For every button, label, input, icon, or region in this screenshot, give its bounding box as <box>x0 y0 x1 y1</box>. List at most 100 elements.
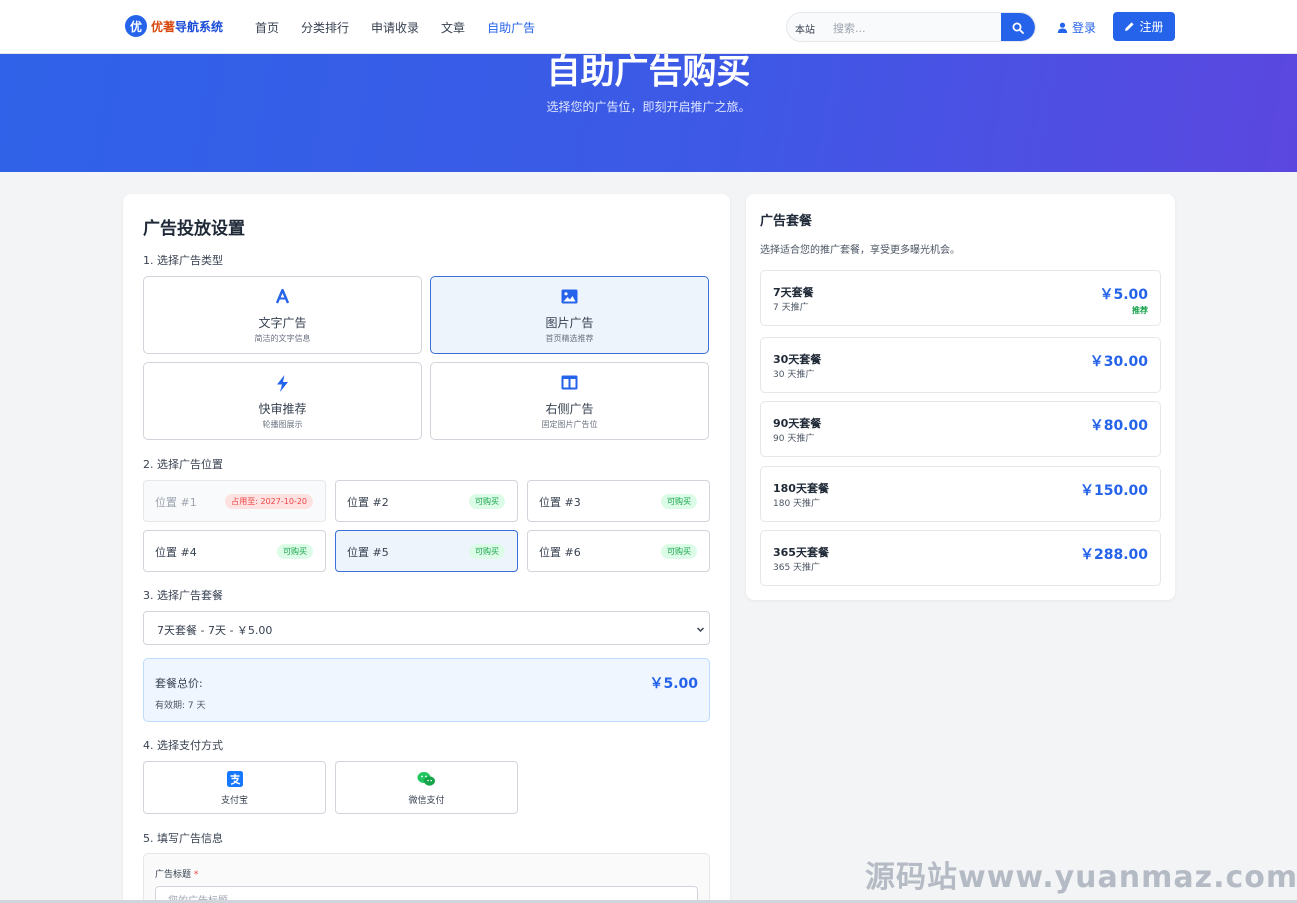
login-label: 登录 <box>1072 21 1097 35</box>
total-price-box: 套餐总价: 有效期: 7 天 ￥5.00 <box>143 658 710 722</box>
packages-desc: 选择适合您的推广套餐，享受更多曝光机会。 <box>760 245 960 256</box>
register-label: 注册 <box>1139 20 1164 34</box>
position-label: 位置 #3 <box>539 496 581 509</box>
position-6[interactable]: 位置 #6 可购买 <box>527 530 710 572</box>
package-sub: 180 天推广 <box>773 499 821 509</box>
search-icon <box>1012 22 1024 34</box>
position-label: 位置 #5 <box>347 546 389 559</box>
bolt-icon <box>277 375 288 392</box>
available-badge: 可购买 <box>469 494 505 509</box>
package-price: ￥30.00 <box>1089 354 1148 370</box>
step-ad-package: 3. 选择广告套餐 <box>143 589 223 602</box>
total-duration: 有效期: 7 天 <box>155 701 206 711</box>
package-sub: 365 天推广 <box>773 563 821 573</box>
package-select[interactable]: 7天套餐 - 7天 - ￥5.00 <box>143 611 710 645</box>
hero-subtitle: 选择您的广告位，即刻开启推广之旅。 <box>546 100 751 114</box>
payment-wechat[interactable]: 微信支付 <box>335 761 518 814</box>
position-5[interactable]: 位置 #5 可购买 <box>335 530 518 572</box>
position-3[interactable]: 位置 #3 可购买 <box>527 480 710 522</box>
position-label: 位置 #6 <box>539 546 581 559</box>
available-badge: 可购买 <box>661 494 697 509</box>
step-payment: 4. 选择支付方式 <box>143 739 223 752</box>
available-badge: 可购买 <box>469 544 505 559</box>
search-button[interactable] <box>1001 13 1035 41</box>
font-icon <box>275 289 290 304</box>
position-2[interactable]: 位置 #2 可购买 <box>335 480 518 522</box>
payment-label: 支付宝 <box>220 796 248 806</box>
step-ad-position: 2. 选择广告位置 <box>143 458 223 471</box>
total-label: 套餐总价: <box>155 677 203 690</box>
nav-link-ranking[interactable]: 分类排行 <box>301 19 349 36</box>
settings-title: 广告投放设置 <box>143 219 245 239</box>
package-price: ￥80.00 <box>1089 418 1148 434</box>
ad-type-sidebar[interactable]: 右侧广告 固定图片广告位 <box>430 362 709 440</box>
search-input[interactable] <box>833 19 993 37</box>
search-scope[interactable]: 本站 <box>795 21 815 36</box>
required-mark: * <box>193 870 199 880</box>
step-ad-info: 5. 填写广告信息 <box>143 832 223 845</box>
package-price: ￥150.00 <box>1079 483 1148 499</box>
register-button[interactable]: 注册 <box>1113 12 1175 41</box>
position-label: 位置 #4 <box>155 546 197 559</box>
nav-links: 首页 分类排行 申请收录 文章 自助广告 <box>255 19 557 36</box>
payment-alipay[interactable]: 支付宝 <box>143 761 326 814</box>
ad-type-text[interactable]: 文字广告 简洁的文字信息 <box>143 276 422 354</box>
nav-link-submit[interactable]: 申请收录 <box>371 19 419 36</box>
package-select-value: 7天套餐 - 7天 - ￥5.00 <box>157 624 273 637</box>
position-label: 位置 #2 <box>347 496 389 509</box>
occupied-badge: 占用至: 2027-10-20 <box>225 494 313 509</box>
image-icon <box>561 289 578 304</box>
package-item-365[interactable]: 365天套餐 365 天推广 ￥288.00 <box>760 530 1161 586</box>
top-navbar: 优 优著导航系统 首页 分类排行 申请收录 文章 自助广告 本站 登录 注册 <box>0 0 1297 54</box>
nav-link-home[interactable]: 首页 <box>255 19 279 36</box>
available-badge: 可购买 <box>277 544 313 559</box>
total-price: ￥5.00 <box>649 676 698 692</box>
package-sub: 7 天推广 <box>773 303 809 313</box>
recommend-badge: 推荐 <box>1132 306 1148 315</box>
ad-title-label: 广告标题 * <box>155 870 199 880</box>
user-icon <box>1057 22 1068 33</box>
ad-type-desc: 首页精选推荐 <box>545 334 594 343</box>
alipay-icon <box>226 771 243 787</box>
logo-text: 优著导航系统 <box>151 19 224 34</box>
ad-type-title: 图片广告 <box>545 316 594 330</box>
package-item-7[interactable]: 7天套餐 7 天推广 ￥5.00 推荐 <box>760 270 1161 326</box>
nav-link-articles[interactable]: 文章 <box>441 19 465 36</box>
ad-type-desc: 固定图片广告位 <box>541 420 598 429</box>
columns-icon <box>561 375 578 390</box>
package-item-90[interactable]: 90天套餐 90 天推广 ￥80.00 <box>760 401 1161 457</box>
package-sub: 90 天推广 <box>773 434 815 444</box>
logo-badge: 优 <box>125 15 147 37</box>
login-link[interactable]: 登录 <box>1057 19 1096 36</box>
packages-title: 广告套餐 <box>760 214 813 229</box>
package-name: 365天套餐 <box>773 546 829 559</box>
ad-type-image[interactable]: 图片广告 首页精选推荐 <box>430 276 709 354</box>
position-1: 位置 #1 占用至: 2027-10-20 <box>143 480 326 522</box>
package-item-180[interactable]: 180天套餐 180 天推广 ￥150.00 <box>760 466 1161 522</box>
package-item-30[interactable]: 30天套餐 30 天推广 ￥30.00 <box>760 337 1161 393</box>
ad-type-desc: 简洁的文字信息 <box>254 334 311 343</box>
package-price: ￥5.00 <box>1099 287 1148 303</box>
ad-type-title: 快审推荐 <box>258 402 307 416</box>
hero-title: 自助广告购买 <box>546 52 751 92</box>
package-price: ￥288.00 <box>1079 547 1148 563</box>
package-name: 7天套餐 <box>773 286 814 299</box>
ad-type-fast-review[interactable]: 快审推荐 轮播图展示 <box>143 362 422 440</box>
ad-type-title: 右侧广告 <box>545 402 594 416</box>
nav-link-self-ads[interactable]: 自助广告 <box>487 19 535 36</box>
packages-card: 广告套餐 选择适合您的推广套餐，享受更多曝光机会。 7天套餐 7 天推广 ￥5.… <box>746 194 1175 600</box>
watermark-text: 源码站www.yuanmaz.com <box>865 860 1297 895</box>
chevron-down-icon <box>696 627 705 633</box>
wechat-icon <box>417 772 435 786</box>
position-label: 位置 #1 <box>155 496 197 509</box>
package-name: 180天套餐 <box>773 482 829 495</box>
position-4[interactable]: 位置 #4 可购买 <box>143 530 326 572</box>
ad-settings-card: 广告投放设置 1. 选择广告类型 文字广告 简洁的文字信息 图片广告 首页精选推… <box>123 194 730 903</box>
package-name: 30天套餐 <box>773 353 822 366</box>
ad-type-desc: 轮播图展示 <box>262 420 303 429</box>
step-ad-type: 1. 选择广告类型 <box>143 254 223 267</box>
package-sub: 30 天推广 <box>773 370 815 380</box>
search-box: 本站 <box>786 12 1036 42</box>
site-logo[interactable]: 优 优著导航系统 <box>125 15 223 37</box>
payment-label: 微信支付 <box>408 796 445 806</box>
